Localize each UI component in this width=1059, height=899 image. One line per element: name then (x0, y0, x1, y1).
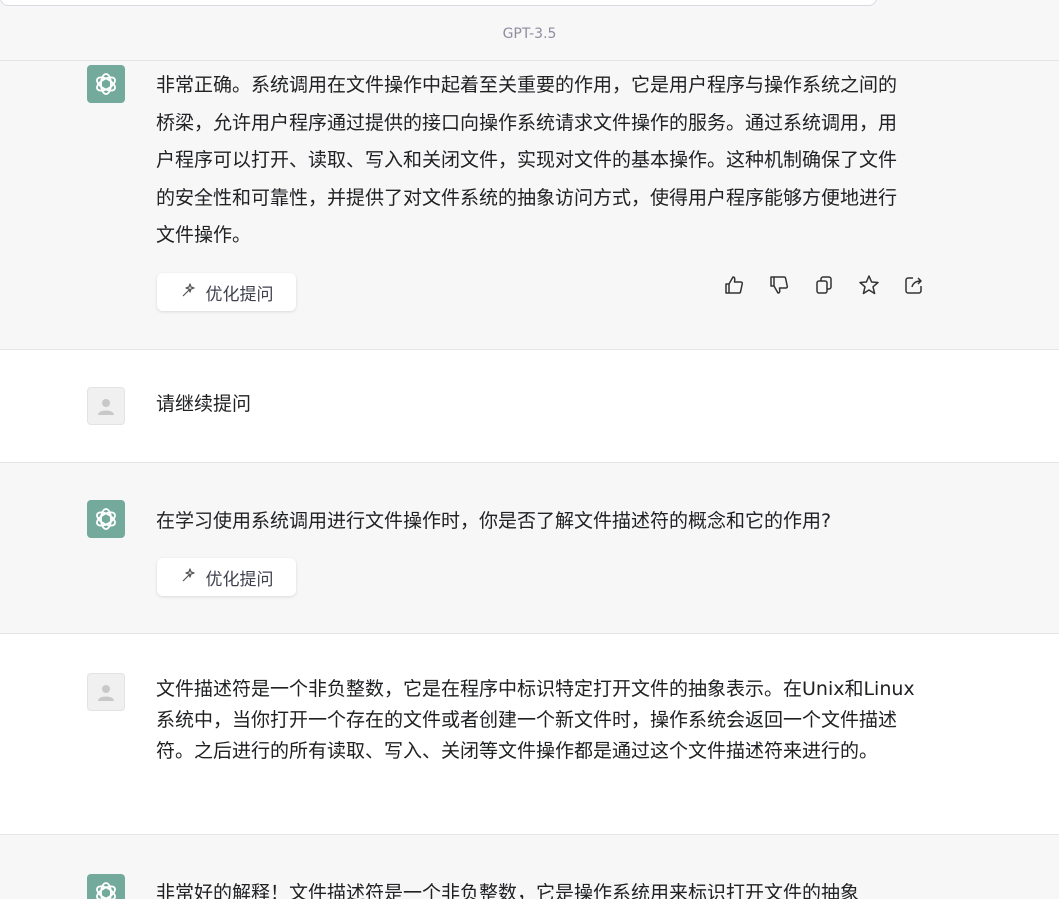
message-actions (722, 273, 926, 297)
assistant-avatar (87, 65, 125, 103)
message-text: 非常好的解释！文件描述符是一个非负整数，它是操作系统用来标识打开文件的抽象 (156, 882, 860, 899)
openai-logo-icon (96, 73, 116, 95)
message-text: 非常正确。系统调用在文件操作中起着至关重要的作用，它是用户程序与操作系统之间的桥… (156, 74, 898, 246)
user-message: 请继续提问 (0, 350, 1059, 463)
top-bar: GPT-3.5 (0, 0, 1059, 61)
user-silhouette-icon (98, 685, 114, 701)
assistant-message: 非常好的解释！文件描述符是一个非负整数，它是操作系统用来标识打开文件的抽象 (0, 835, 1059, 899)
thumbs-down-icon[interactable] (767, 273, 791, 297)
message-text: 文件描述符是一个非负整数，它是在程序中标识特定打开文件的抽象表示。在Unix和L… (156, 678, 915, 762)
magic-wand-icon (180, 566, 198, 589)
user-message: 文件描述符是一个非负整数，它是在程序中标识特定打开文件的抽象表示。在Unix和L… (0, 634, 1059, 835)
scroll-indicator (0, 0, 877, 6)
share-icon[interactable] (902, 273, 926, 297)
message-text: 请继续提问 (156, 393, 252, 415)
refine-question-button[interactable]: 优化提问 (157, 273, 296, 311)
thumbs-up-icon[interactable] (722, 273, 746, 297)
assistant-message: 非常正确。系统调用在文件操作中起着至关重要的作用，它是用户程序与操作系统之间的桥… (0, 61, 1059, 350)
openai-logo-icon (96, 882, 116, 899)
star-icon[interactable] (857, 273, 881, 297)
openai-logo-icon (96, 508, 116, 530)
model-label: GPT-3.5 (502, 26, 557, 42)
user-silhouette-icon (98, 399, 114, 415)
user-avatar (87, 673, 125, 711)
assistant-avatar (87, 874, 125, 899)
assistant-avatar (87, 500, 125, 538)
copy-icon[interactable] (812, 273, 836, 297)
user-avatar (87, 387, 125, 425)
refine-question-label: 优化提问 (205, 284, 274, 305)
refine-question-label: 优化提问 (205, 569, 274, 590)
refine-question-button[interactable]: 优化提问 (157, 558, 296, 596)
assistant-message: 在学习使用系统调用进行文件操作时，你是否了解文件描述符的概念和它的作用? 优化提… (0, 463, 1059, 634)
message-text: 在学习使用系统调用进行文件操作时，你是否了解文件描述符的概念和它的作用? (156, 510, 832, 532)
magic-wand-icon (180, 281, 198, 304)
